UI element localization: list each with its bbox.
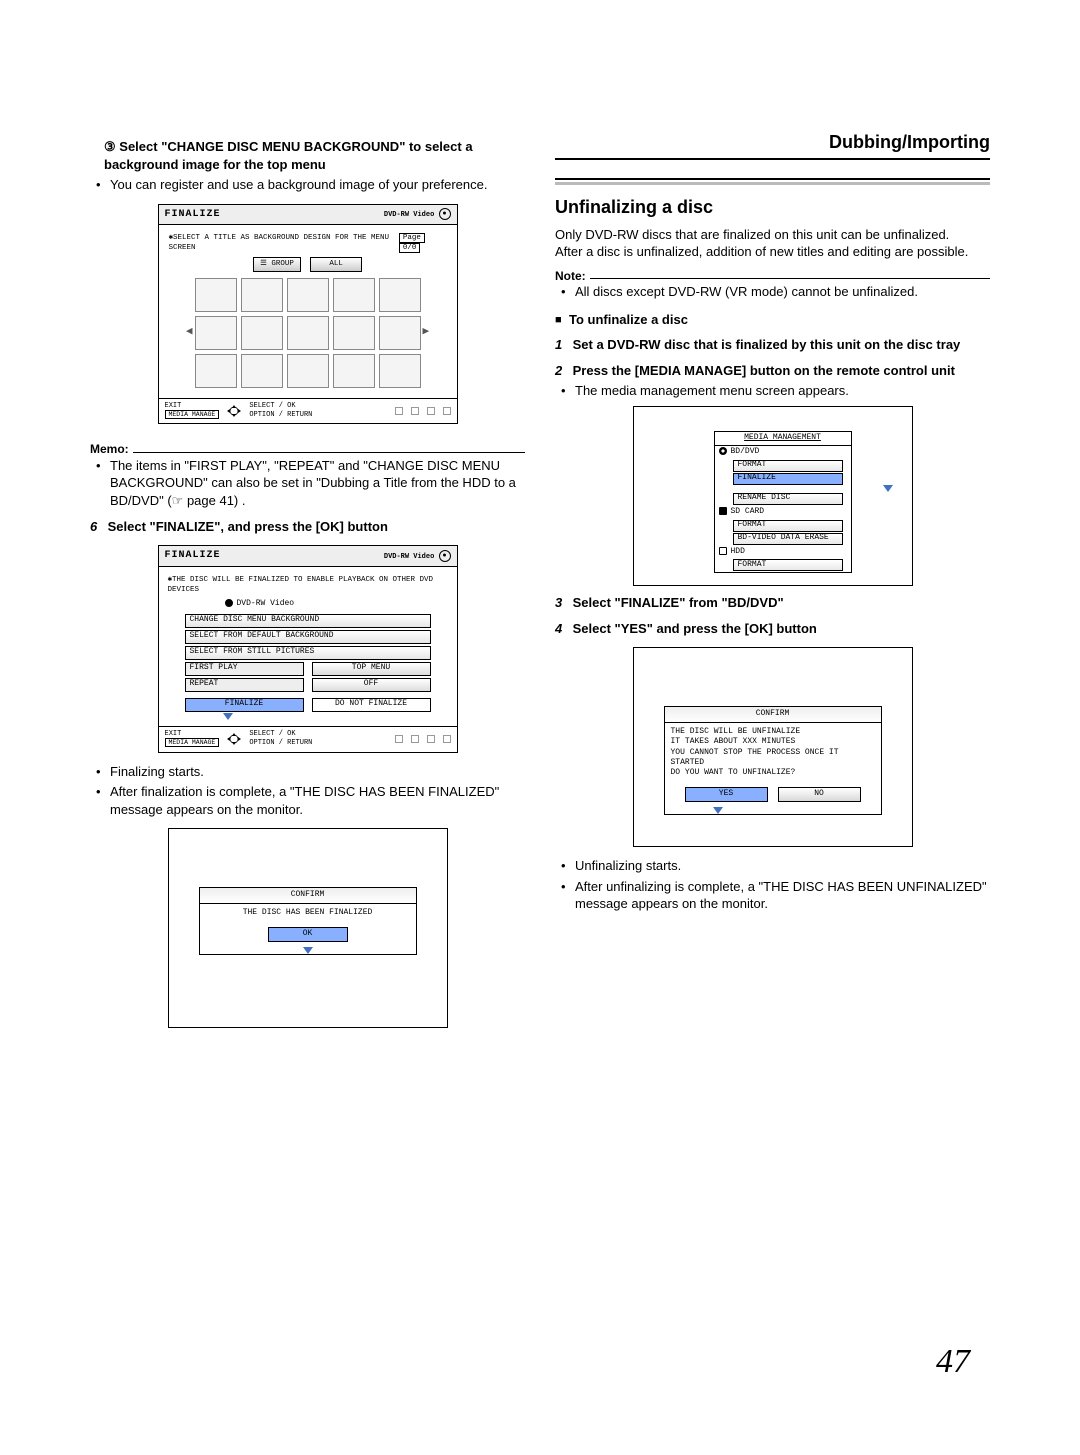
mm-sd-format[interactable]: FORMAT [733, 520, 843, 532]
mm-cat-sd: SD CARD [715, 506, 851, 519]
opt-default-bg[interactable]: SELECT FROM DEFAULT BACKGROUND [185, 630, 431, 644]
memo-label: Memo: [90, 442, 133, 456]
thumbnail-grid [195, 278, 421, 388]
first-play-label: FIRST PLAY [185, 662, 304, 676]
step-4: 4 Select "YES" and press the [OK] button [555, 620, 990, 638]
mm-bd-rename[interactable]: RENAME DISC [733, 493, 843, 505]
media-management-screen: MEDIA MANAGEMENT BD/DVD FORMAT FINALIZE … [633, 406, 913, 586]
do-not-finalize-button[interactable]: DO NOT FINALIZE [312, 698, 431, 712]
joystick-icon [225, 404, 243, 418]
confirm-finalized-screen: CONFIRM THE DISC HAS BEEN FINALIZED OK [168, 828, 448, 1028]
note-text: All discs except DVD-RW (VR mode) cannot… [555, 283, 990, 301]
memo-text: The items in "FIRST PLAY", "REPEAT" and … [90, 457, 525, 510]
mm-header: MEDIA MANAGEMENT [715, 432, 851, 446]
nav-right-icon[interactable]: ▶ [421, 325, 432, 340]
note-label: Note: [555, 269, 590, 283]
joystick-icon [225, 732, 243, 746]
yes-button[interactable]: YES [685, 787, 768, 802]
finalize-thumbnail-screen: FINALIZE DVD-RW Video ● ✱SELECT A TITLE … [158, 204, 458, 425]
unfinalize-heading: Unfinalizing a disc [555, 195, 990, 219]
cursor-icon [223, 713, 233, 720]
to-unfinalize-heading: To unfinalize a disc [555, 311, 990, 329]
step-6-heading: 6 Select "FINALIZE", and press the [OK] … [90, 518, 525, 536]
finalize-button[interactable]: FINALIZE [185, 698, 304, 712]
step-6-title: Select "FINALIZE", and press the [OK] bu… [108, 519, 388, 534]
page-number: 47 [936, 1339, 970, 1385]
confirm-unfinalize-screen: CONFIRM THE DISC WILL BE UNFINALIZE IT T… [633, 647, 913, 847]
unfinalizing-complete-msg: After unfinalizing is complete, a "THE D… [555, 878, 990, 913]
exit-key: MEDIA MANAGE [165, 410, 220, 419]
group-button[interactable]: ☰ GROUP [253, 257, 301, 271]
step-3: 3 Select "FINALIZE" from "BD/DVD" [555, 594, 990, 612]
finalizing-complete-msg: After finalization is complete, a "THE D… [90, 783, 525, 818]
opt-change-bg[interactable]: CHANGE DISC MENU BACKGROUND [185, 614, 431, 628]
disc-type-badge: DVD-RW Video ● [384, 550, 451, 562]
mm-bd-format[interactable]: FORMAT [733, 460, 843, 472]
ok-button[interactable]: OK [268, 927, 348, 942]
repeat-value[interactable]: OFF [312, 678, 431, 692]
all-button[interactable]: ALL [310, 257, 362, 271]
step-3-heading: ③ Select "CHANGE DISC MENU BACKGROUND" t… [90, 138, 525, 173]
unfinalizing-starts: Unfinalizing starts. [555, 857, 990, 875]
intro-2: After a disc is unfinalized, addition of… [555, 243, 990, 261]
mm-bd-finalize[interactable]: FINALIZE [733, 473, 843, 485]
exit-key: MEDIA MANAGE [165, 738, 220, 747]
step-2-bullet: The media management menu screen appears… [555, 382, 990, 400]
opt-still-pic[interactable]: SELECT FROM STILL PICTURES [185, 646, 431, 660]
confirm-header: CONFIRM [200, 888, 416, 904]
hint-text: ✱SELECT A TITLE AS BACKGROUND DESIGN FOR… [169, 233, 399, 253]
step-3-title: Select "CHANGE DISC MENU BACKGROUND" to … [104, 139, 473, 172]
step-1: 1 Set a DVD-RW disc that is finalized by… [555, 336, 990, 354]
disc-type-badge: DVD-RW Video ● [384, 208, 451, 220]
screen-footer: EXIT MEDIA MANAGE SELECT / OK OPTION / R… [159, 398, 457, 424]
screen-title: FINALIZE [165, 208, 221, 222]
step-2: 2 Press the [MEDIA MANAGE] button on the… [555, 362, 990, 380]
confirm-message: THE DISC HAS BEEN FINALIZED [200, 904, 416, 923]
page-indicator: Page 0/0 [399, 233, 447, 253]
no-button[interactable]: NO [778, 787, 861, 802]
cursor-icon [713, 807, 723, 814]
repeat-label: REPEAT [185, 678, 304, 692]
step-3-bullet: You can register and use a background im… [90, 176, 525, 194]
media-row: DVD-RW Video [165, 597, 451, 612]
hint-text: ✱THE DISC WILL BE FINALIZED TO ENABLE PL… [165, 573, 451, 597]
finalizing-starts: Finalizing starts. [90, 763, 525, 781]
screen-footer: EXIT MEDIA MANAGE SELECT / OK OPTION / R… [159, 726, 457, 752]
intro-1: Only DVD-RW discs that are finalized on … [555, 226, 990, 244]
section-header: Dubbing/Importing [555, 130, 990, 160]
mm-cat-bddvd: BD/DVD [715, 446, 851, 459]
cursor-icon [303, 947, 313, 954]
confirm-message: THE DISC WILL BE UNFINALIZE IT TAKES ABO… [665, 723, 881, 783]
first-play-value[interactable]: TOP MENU [312, 662, 431, 676]
confirm-header: CONFIRM [665, 707, 881, 723]
screen-title: FINALIZE [165, 549, 221, 563]
finalize-options-screen: FINALIZE DVD-RW Video ● ✱THE DISC WILL B… [158, 545, 458, 753]
nav-left-icon[interactable]: ◀ [184, 325, 195, 340]
mm-hdd-format[interactable]: FORMAT [733, 559, 843, 571]
mm-sd-erase[interactable]: BD-VIDEO DATA ERASE [733, 533, 843, 545]
mm-cat-hdd: HDD [715, 546, 851, 559]
